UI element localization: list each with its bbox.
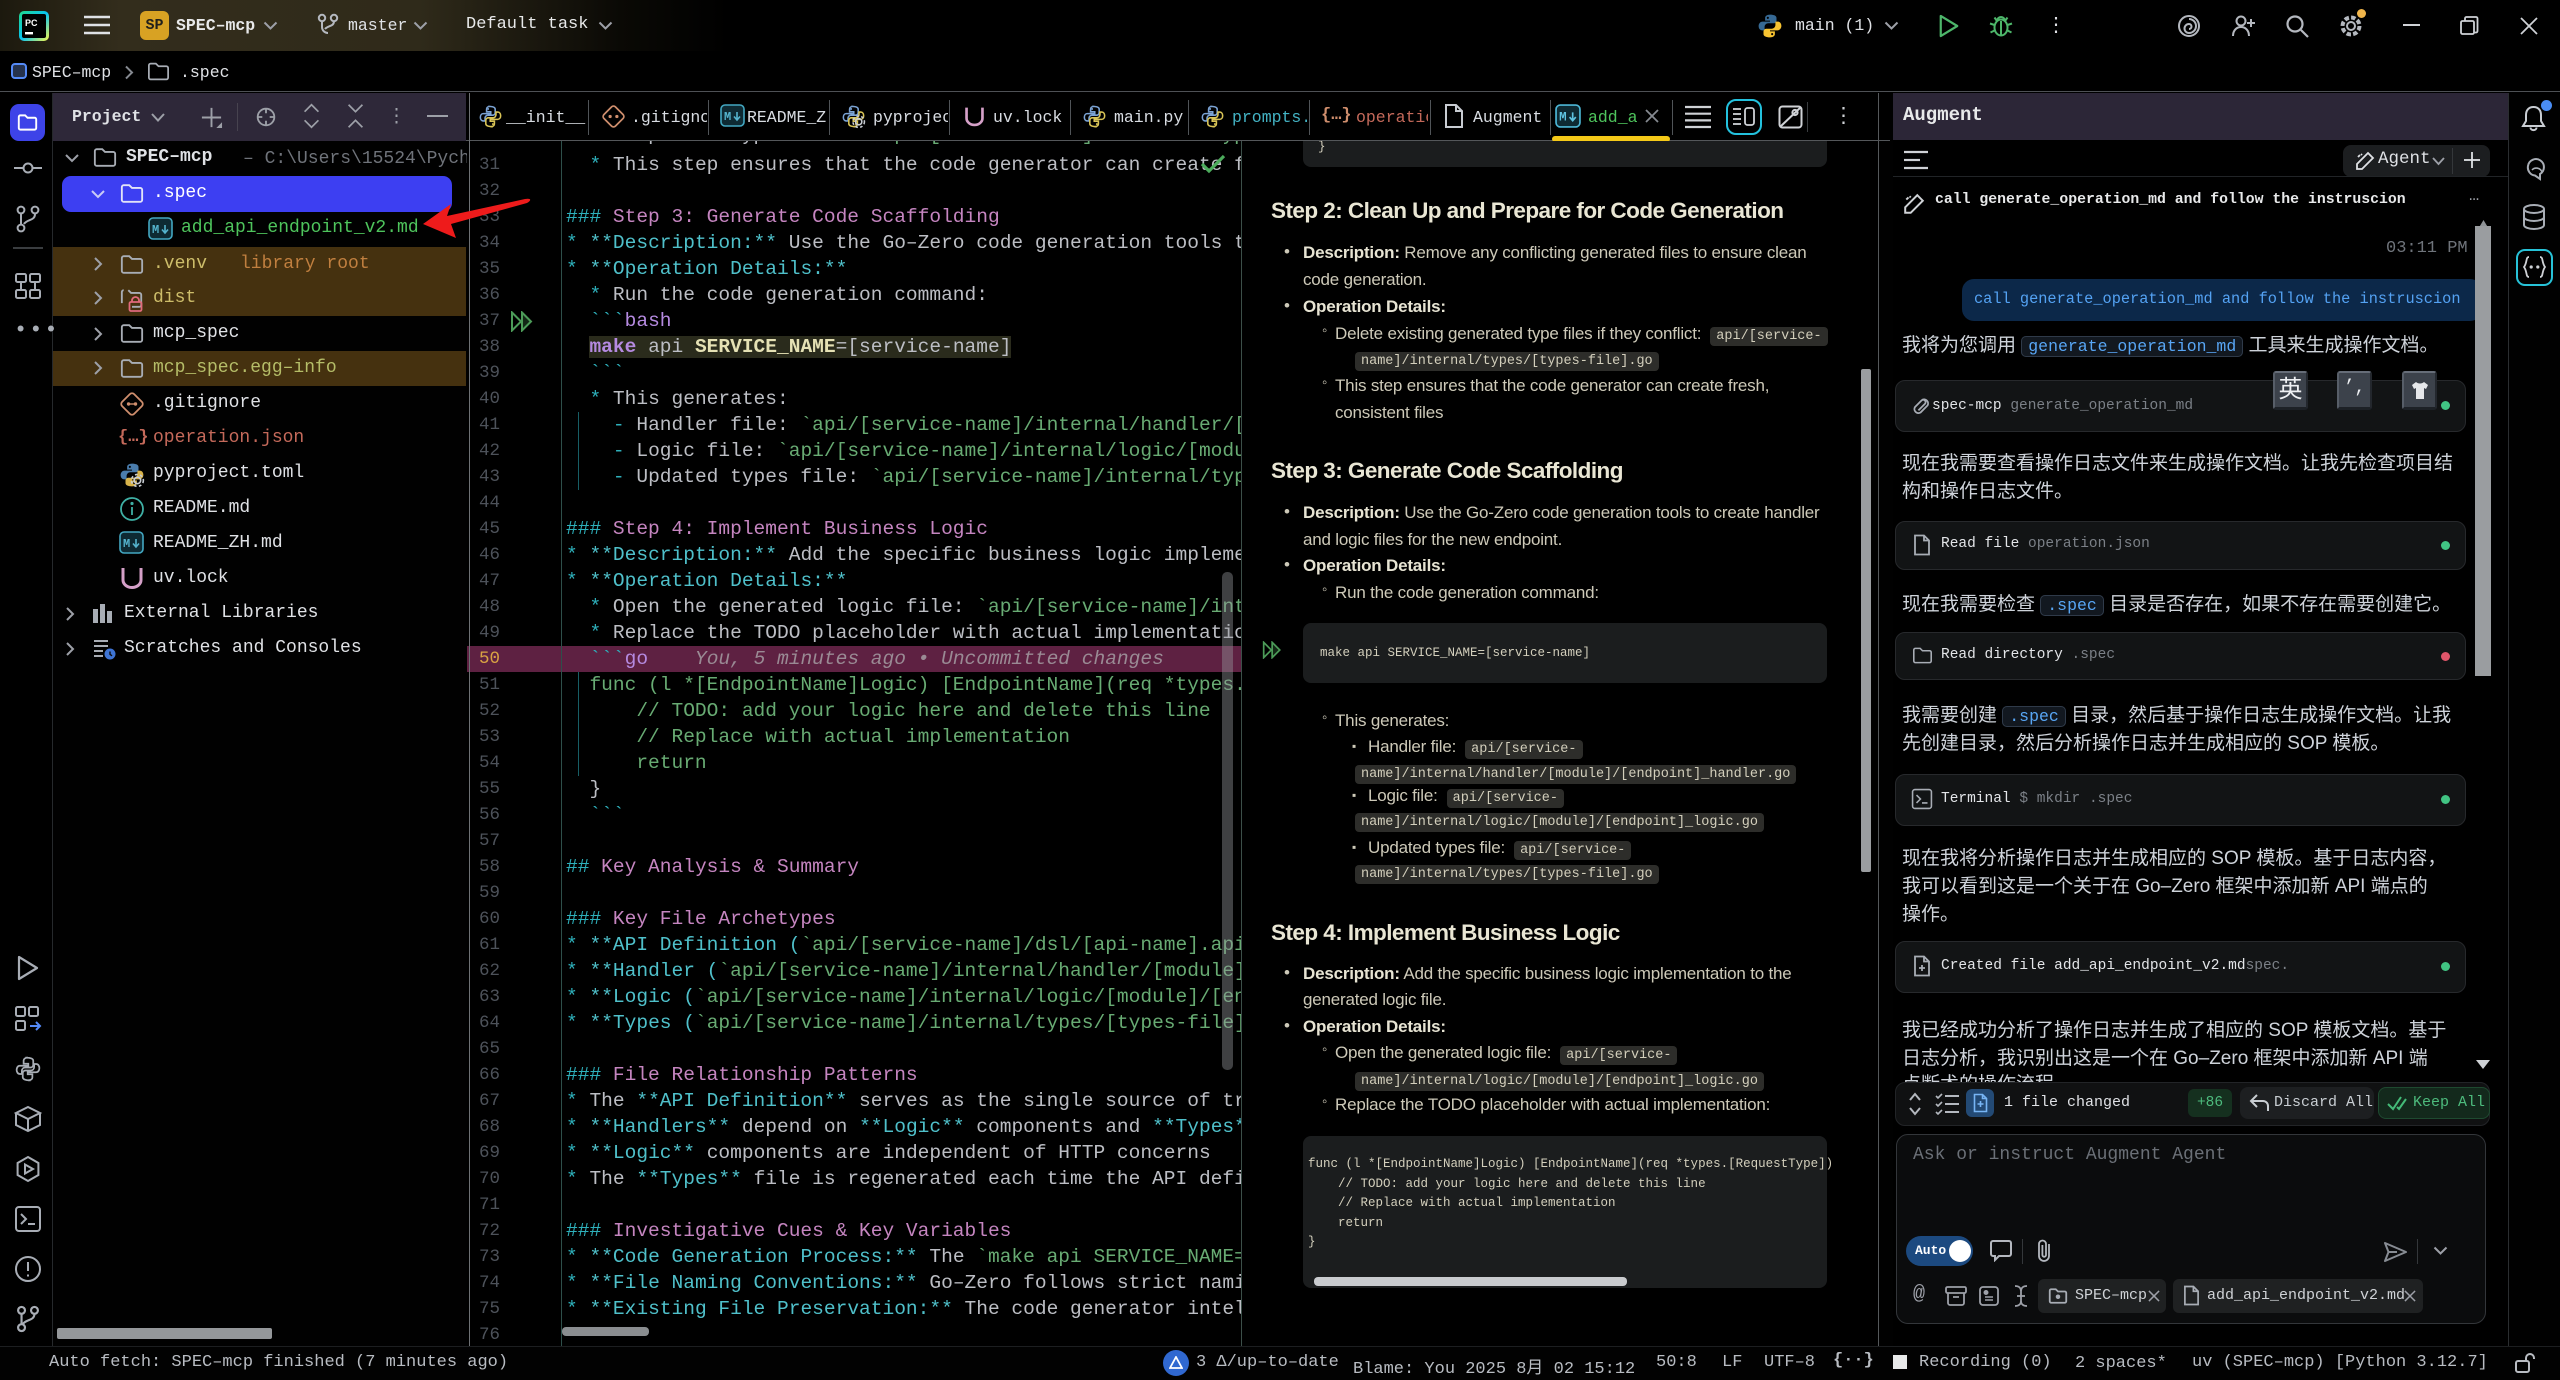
svg-text:M: M	[152, 223, 159, 237]
svg-text:PC: PC	[25, 18, 38, 28]
svg-text:M: M	[123, 537, 130, 551]
svg-text:M: M	[1559, 111, 1566, 125]
svg-text:M: M	[724, 110, 731, 124]
